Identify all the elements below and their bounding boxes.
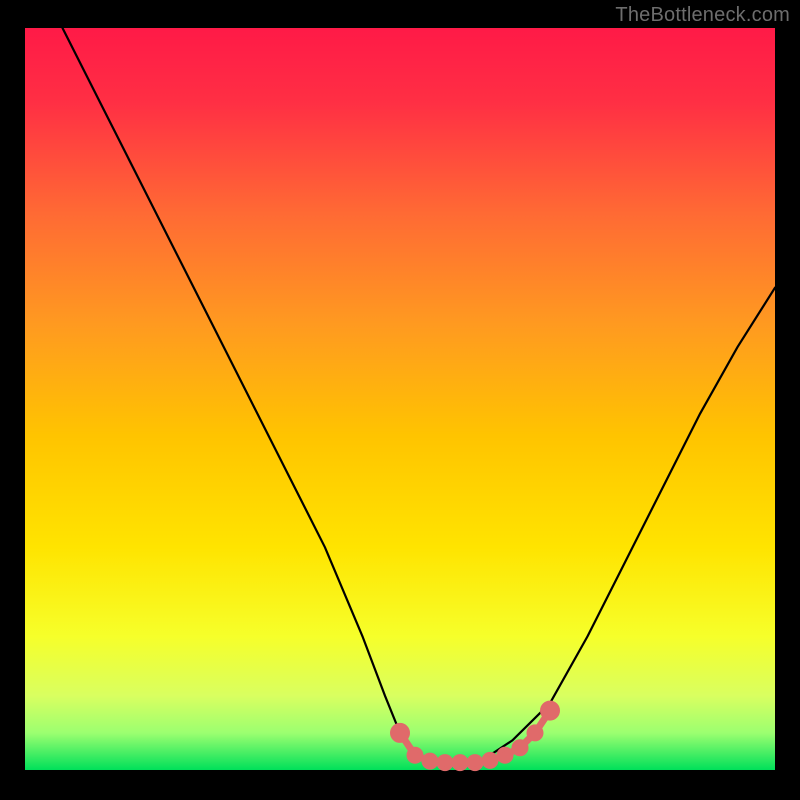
plot-background (25, 28, 775, 770)
watermark-text: TheBottleneck.com (615, 4, 790, 27)
chart-frame: TheBottleneck.com (0, 0, 800, 800)
chart-svg (0, 0, 800, 800)
